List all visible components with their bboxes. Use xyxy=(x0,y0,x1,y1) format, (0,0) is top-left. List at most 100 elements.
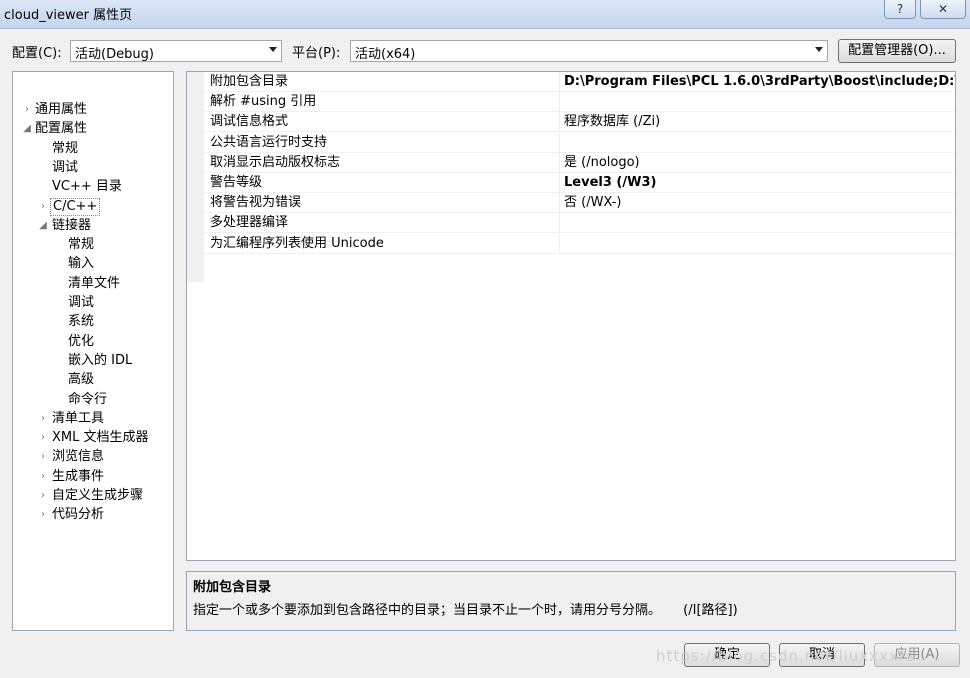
property-value[interactable] xyxy=(560,133,955,153)
platform-value: 活动(x64) xyxy=(355,47,416,62)
cancel-button[interactable]: 取消 xyxy=(779,643,865,667)
tree-item-label: 通用属性 xyxy=(35,102,88,117)
tree-item[interactable]: 清单文件 xyxy=(13,274,171,293)
description-text: 指定一个或多个要添加到包含路径中的目录；当目录不止一个时，请用分号分隔。 xyxy=(193,603,662,618)
property-value[interactable]: D:\Program Files\PCL 1.6.0\3rdParty\Boos… xyxy=(560,72,955,92)
property-row[interactable]: 多处理器编译 xyxy=(187,213,955,234)
property-value[interactable]: 否 (/WX-) xyxy=(560,193,955,214)
tree-item[interactable]: 调试 xyxy=(13,158,171,177)
tree-item-label: 嵌入的 IDL xyxy=(68,352,133,368)
tree-item-label: 清单工具 xyxy=(52,410,105,426)
property-grid: 附加包含目录 D:\Program Files\PCL 1.6.0\3rdPart… xyxy=(186,71,956,561)
platform-label: 平台(P): xyxy=(292,46,341,61)
config-label: 配置(C): xyxy=(12,46,62,61)
chevron-right-icon[interactable]: › xyxy=(38,447,48,466)
property-row[interactable]: 取消显示启动版权标志是 (/nologo) xyxy=(187,152,955,173)
title-bar: cloud_viewer 属性页 ? ✕ xyxy=(0,0,970,28)
tree-item[interactable]: VC++ 目录 xyxy=(13,177,171,196)
apply-button[interactable]: 应用(A) xyxy=(874,643,960,667)
tree-item[interactable]: › 清单工具 xyxy=(13,409,171,428)
chevron-right-icon[interactable]: › xyxy=(38,505,48,524)
expanded-arrow-icon[interactable]: ◢ xyxy=(38,216,48,235)
property-row[interactable]: 附加包含目录 D:\Program Files\PCL 1.6.0\3rdPart… xyxy=(187,72,955,92)
tree-item[interactable]: 调试 xyxy=(13,293,171,312)
property-name: 取消显示启动版权标志 xyxy=(204,152,560,173)
property-row[interactable]: 解析 #using 引用 xyxy=(187,92,955,113)
tree-item-label: 输入 xyxy=(68,256,95,272)
chevron-right-icon[interactable]: › xyxy=(38,409,48,428)
tree-item-label: 系统 xyxy=(68,314,95,330)
tree-item[interactable]: 嵌入的 IDL xyxy=(13,351,171,370)
config-manager-button[interactable]: 配置管理器(O)... xyxy=(838,39,956,63)
property-value[interactable]: 程序数据库 (/Zi) xyxy=(560,112,955,133)
chevron-down-icon xyxy=(815,47,823,52)
chevron-right-icon[interactable]: › xyxy=(38,428,48,447)
property-value[interactable]: Level3 (/W3) xyxy=(560,173,955,193)
config-value: 活动(Debug) xyxy=(75,47,154,62)
tree-item[interactable]: › C/C++ xyxy=(13,197,171,216)
property-name: 解析 #using 引用 xyxy=(204,92,560,113)
property-row[interactable]: 公共语言运行时支持 xyxy=(187,132,955,153)
expanded-arrow-icon[interactable]: ◢ xyxy=(22,119,32,138)
property-tree[interactable]: › 通用属性 ◢ 配置属性 常规 调试 VC++ 目录 › C/C++ ◢ 链接器 常规 输入 清单文件调… xyxy=(12,71,174,631)
tree-item-label: 配置属性 xyxy=(35,121,88,137)
tree-item-label: 常规 xyxy=(68,237,95,253)
tree-item-label: 生成事件 xyxy=(52,468,105,484)
config-select[interactable]: 活动(Debug) xyxy=(70,40,282,62)
property-name: 公共语言运行时支持 xyxy=(204,132,560,153)
property-value[interactable]: 是 (/nologo) xyxy=(560,153,955,173)
help-button[interactable]: ? xyxy=(884,0,916,19)
property-row[interactable]: 将警告视为错误否 (/WX-) xyxy=(187,193,955,214)
chevron-right-icon[interactable]: › xyxy=(38,486,48,505)
property-name: 将警告视为错误 xyxy=(204,193,560,214)
tree-item-label: 命令行 xyxy=(68,391,108,407)
tree-item[interactable]: 高级 xyxy=(13,370,171,389)
tree-item[interactable]: › 浏览信息 xyxy=(13,447,171,466)
tree-item-label: XML 文档生成器 xyxy=(52,430,149,446)
tree-item-label: VC++ 目录 xyxy=(52,179,122,195)
tree-item[interactable]: 常规 xyxy=(13,139,171,158)
help-icon: ? xyxy=(896,2,904,16)
tree-item[interactable]: › 通用属性 xyxy=(13,100,171,119)
tree-item-label: 调试 xyxy=(68,295,95,310)
tree-item[interactable]: › 代码分析 xyxy=(13,505,171,524)
description-line: 指定一个或多个要添加到包含路径中的目录；当目录不止一个时，请用分号分隔。 (/I… xyxy=(193,599,949,618)
property-value[interactable] xyxy=(560,234,955,254)
chevron-right-icon[interactable]: › xyxy=(38,467,48,486)
tree-item[interactable]: ◢ 配置属性 xyxy=(13,119,171,138)
tree-item[interactable]: 系统 xyxy=(13,312,171,331)
property-row[interactable]: 调试信息格式 程序数据库 (/Zi) xyxy=(187,112,955,133)
dialog-body: 配置(C): 活动(Debug) 平台(P): 活动(x64) 配置管理器(O)… xyxy=(0,28,970,678)
tree-item-label: 清单文件 xyxy=(68,275,121,291)
tree-item-label: 链接器 xyxy=(52,217,92,233)
property-value[interactable] xyxy=(560,213,955,234)
tree-item[interactable]: 命令行 xyxy=(13,390,171,409)
property-name: 多处理器编译 xyxy=(204,213,560,234)
chevron-right-icon[interactable]: › xyxy=(38,197,48,216)
window-title: cloud_viewer 属性页 xyxy=(4,8,133,23)
tree-item-label: 优化 xyxy=(68,333,95,349)
chevron-right-icon[interactable]: › xyxy=(22,100,32,119)
tree-item[interactable]: 优化 xyxy=(13,332,171,351)
description-switch: (/I[路径]) xyxy=(683,603,738,618)
tree-item-label: 高级 xyxy=(68,372,95,388)
tree-item[interactable]: 常规 xyxy=(13,235,171,254)
property-name: 警告等级 xyxy=(204,173,560,193)
tree-item[interactable]: › XML 文档生成器 xyxy=(13,428,171,447)
platform-select[interactable]: 活动(x64) xyxy=(350,40,828,62)
property-row[interactable]: 警告等级 Level3 (/W3) xyxy=(187,173,955,193)
description-pane: 附加包含目录 指定一个或多个要添加到包含路径中的目录；当目录不止一个时，请用分号… xyxy=(186,571,956,631)
tree-item[interactable]: ◢ 链接器 xyxy=(13,216,171,235)
ok-button[interactable]: 确定 xyxy=(684,643,770,667)
property-name: 为汇编程序列表使用 Unicode xyxy=(204,233,560,254)
property-row[interactable]: 为汇编程序列表使用 Unicode xyxy=(187,233,955,254)
tree-item-label: 浏览信息 xyxy=(52,449,105,465)
description-title: 附加包含目录 xyxy=(193,580,272,595)
tree-item[interactable]: › 生成事件 xyxy=(13,467,171,486)
property-value[interactable] xyxy=(560,92,955,113)
tree-item[interactable]: 输入 xyxy=(13,254,171,273)
close-button[interactable]: ✕ xyxy=(920,0,966,19)
tree-item[interactable]: › 自定义生成步骤 xyxy=(13,486,171,505)
tree-item-label: C/C++ xyxy=(50,197,101,216)
tree-item-label: 自定义生成步骤 xyxy=(52,488,144,503)
